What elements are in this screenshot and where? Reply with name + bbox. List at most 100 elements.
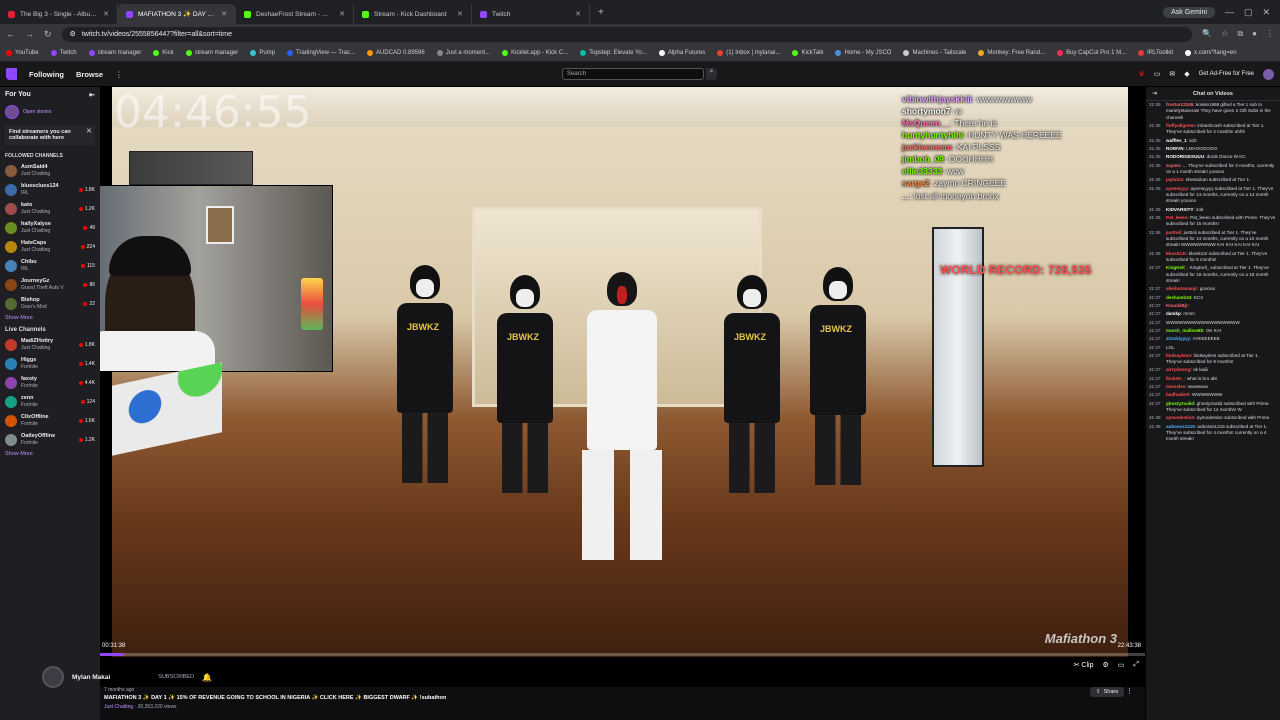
chat-username[interactable]: kbosk13r <box>1166 251 1186 256</box>
bookmark-item[interactable]: Home - My JSCO <box>835 49 891 56</box>
bookmark-item[interactable]: x.com/?lang=en <box>1185 49 1237 56</box>
notifications-icon[interactable]: ▭ <box>1154 70 1161 78</box>
sidebar-channel-item[interactable]: HateCaps Just Chatting 224 <box>0 237 100 256</box>
chat-username[interactable]: missslev <box>1166 384 1185 389</box>
chat-username[interactable]: justtoli <box>1166 230 1181 235</box>
show-more-live[interactable]: Show More <box>0 449 100 459</box>
tab-close-icon[interactable]: ✕ <box>103 10 109 18</box>
browser-tab[interactable]: DeshaeFrost Stream - Watch Li... ✕ <box>236 4 354 24</box>
browser-tab[interactable]: Stream - Kick Dashboard ✕ <box>354 4 472 24</box>
bookmark-item[interactable]: Buy CapCut Pro 1 M... <box>1057 49 1126 56</box>
sidebar-channel-item[interactable]: AsmSaid4 Just Chatting <box>0 161 100 180</box>
bookmark-item[interactable]: Kicklet.app - Kick C... <box>502 49 568 56</box>
channel-name[interactable]: Mylan Makai <box>72 674 110 681</box>
sidebar-channel-item[interactable]: faxsty Fortnite 4.4K <box>0 373 100 392</box>
chat-username[interactable]: marsh_mallow8b <box>1166 328 1203 333</box>
chat-username[interactable]: jaylulu1 <box>1166 177 1183 182</box>
chat-username[interactable]: aubosss1215 <box>1166 424 1195 429</box>
chat-username[interactable]: lindsaylens <box>1166 353 1191 358</box>
chat-username[interactable]: 222skiyyyy <box>1166 336 1190 341</box>
reload-icon[interactable]: ↻ <box>44 29 52 40</box>
category-link[interactable]: Just Chatting <box>104 704 133 710</box>
collapse-sidebar-icon[interactable]: ⇤ <box>89 91 95 99</box>
browser-tab[interactable]: The Big 3 - Single - Album by R... ✕ <box>0 4 118 24</box>
clip-icon[interactable]: ✂ Clip <box>1074 661 1094 669</box>
chat-username[interactable]: waffles_1 <box>1166 138 1187 143</box>
sidebar-channel-item[interactable]: zenn Fortnite 124 <box>0 392 100 411</box>
close-window-icon[interactable]: ✕ <box>1262 7 1270 18</box>
search-icon[interactable]: ⌕ <box>706 68 717 80</box>
new-tab-icon[interactable]: + <box>598 7 604 18</box>
bookmark-item[interactable]: (1) Inbox | mylanai... <box>717 49 780 56</box>
chat-username[interactable]: badhuder0 <box>1166 392 1189 397</box>
bookmark-item[interactable]: Topstep: Elevate Yo... <box>580 49 647 56</box>
browse-link[interactable]: Browse <box>76 70 103 79</box>
bookmark-item[interactable]: stream manager <box>185 49 238 56</box>
sidebar-channel-item[interactable]: OatleyOffline Fortnite 1.2K <box>0 430 100 449</box>
chat-username[interactable]: zaymn <box>1166 163 1180 168</box>
chat-username[interactable]: Pat_leeeo <box>1166 215 1187 220</box>
more-icon[interactable]: ⋮ <box>115 70 123 79</box>
menu-icon[interactable]: ⋮ <box>1266 29 1274 39</box>
bookmark-item[interactable]: Just a moment... <box>436 49 490 56</box>
tab-close-icon[interactable]: ✕ <box>457 10 463 18</box>
browser-tab[interactable]: MAFIATHON 3 ✨ DAY 1 ✨... ✕ <box>118 4 236 24</box>
sidebar-channel-item[interactable]: bluesclues124 IRL 1.8K <box>0 180 100 199</box>
sidebar-channel-item[interactable]: JourneyGz Grand Theft Auto V 86 <box>0 275 100 294</box>
more-options-icon[interactable]: ⋮ <box>1126 687 1133 695</box>
collapse-chat-icon[interactable]: ⇥ <box>1152 90 1157 97</box>
sidebar-channel-item[interactable]: MadiZHottry Just Chatting 1.8K <box>0 335 100 354</box>
sidebar-channel-item[interactable]: kato Just Chatting 1.2K <box>0 199 100 218</box>
open-stories-link[interactable]: Open stories <box>23 109 51 115</box>
crown-icon[interactable]: ♛ <box>1138 70 1144 78</box>
profile-icon[interactable]: ● <box>1252 29 1257 39</box>
ad-free-button[interactable]: Get Ad-Free for Free <box>1199 71 1254 77</box>
chat-username[interactable]: alrrydotorg <box>1166 367 1191 372</box>
chat-username[interactable]: ghosty2valid <box>1166 401 1194 406</box>
chat-username[interactable]: KIDVARSITY <box>1166 207 1193 212</box>
bookmark-item[interactable]: IRLToolkit <box>1138 49 1173 56</box>
forward-icon[interactable]: → <box>25 29 34 39</box>
settings-icon[interactable]: ⚙ <box>1102 661 1108 669</box>
zoom-icon[interactable]: 🔍 <box>1202 29 1212 39</box>
chat-username[interactable]: KingKell_ <box>1166 265 1187 270</box>
chat-username[interactable]: frostar12345 <box>1166 102 1193 107</box>
bookmark-item[interactable]: Monkey: Free Rand... <box>978 49 1045 56</box>
site-info-icon[interactable]: ⚙ <box>70 30 76 38</box>
channel-avatar[interactable] <box>42 666 64 688</box>
subscribed-button[interactable]: SUBSCRIBED <box>158 674 194 680</box>
maximize-icon[interactable]: ▢ <box>1244 7 1253 18</box>
bookmark-item[interactable]: KickTalk <box>792 49 823 56</box>
user-avatar[interactable] <box>1263 68 1274 80</box>
bookmark-item[interactable]: Pump <box>250 49 275 56</box>
bell-icon[interactable]: 🔔 <box>202 673 212 682</box>
sidebar-channel-item[interactable]: ClixOffline Fortnite 1.6K <box>0 411 100 430</box>
tab-close-icon[interactable]: ✕ <box>575 10 581 18</box>
chat-username[interactable]: ayemeyyy <box>1166 186 1188 191</box>
search-input[interactable]: Search <box>562 68 704 80</box>
bookmark-item[interactable]: Kick <box>153 49 174 56</box>
close-icon[interactable]: ✕ <box>86 127 92 135</box>
sidebar-channel-item[interactable]: Bishop Gran's Mod 22 <box>0 294 100 313</box>
chat-username[interactable]: RODORIGESUUU <box>1166 154 1204 159</box>
story-avatar[interactable] <box>5 105 19 119</box>
bookmark-star-icon[interactable]: ☆ <box>1221 29 1228 39</box>
bookmark-item[interactable]: AUDCAD 0.89596 <box>367 49 425 56</box>
url-input[interactable]: ⚙ twitch.tv/videos/2555856447?filter=all… <box>61 26 1193 42</box>
bookmark-item[interactable]: stream manager <box>88 49 141 56</box>
bookmark-item[interactable]: Machines - Tailscale <box>903 49 966 56</box>
collab-card[interactable]: Find streamers you can collaborate with … <box>5 125 95 145</box>
sidebar-channel-item[interactable]: hallyXalyse Just Chatting 49 <box>0 218 100 237</box>
back-icon[interactable]: ← <box>6 29 15 39</box>
whispers-icon[interactable]: ✉ <box>1169 70 1175 78</box>
seek-bar[interactable] <box>100 653 1145 656</box>
sidebar-channel-item[interactable]: Chibu IRL 115 <box>0 256 100 275</box>
minimize-icon[interactable]: — <box>1225 7 1234 17</box>
share-button[interactable]: ⇪ Share <box>1090 687 1125 697</box>
chat-username[interactable]: lbckets_ <box>1166 376 1184 381</box>
bookmark-item[interactable]: Alpha Futures <box>658 49 705 56</box>
twitch-logo-icon[interactable] <box>6 68 17 80</box>
show-more-followed[interactable]: Show More <box>0 313 100 323</box>
fullscreen-icon[interactable]: ⤢ <box>1133 661 1139 669</box>
browser-tab[interactable]: Twitch ✕ <box>472 4 590 24</box>
